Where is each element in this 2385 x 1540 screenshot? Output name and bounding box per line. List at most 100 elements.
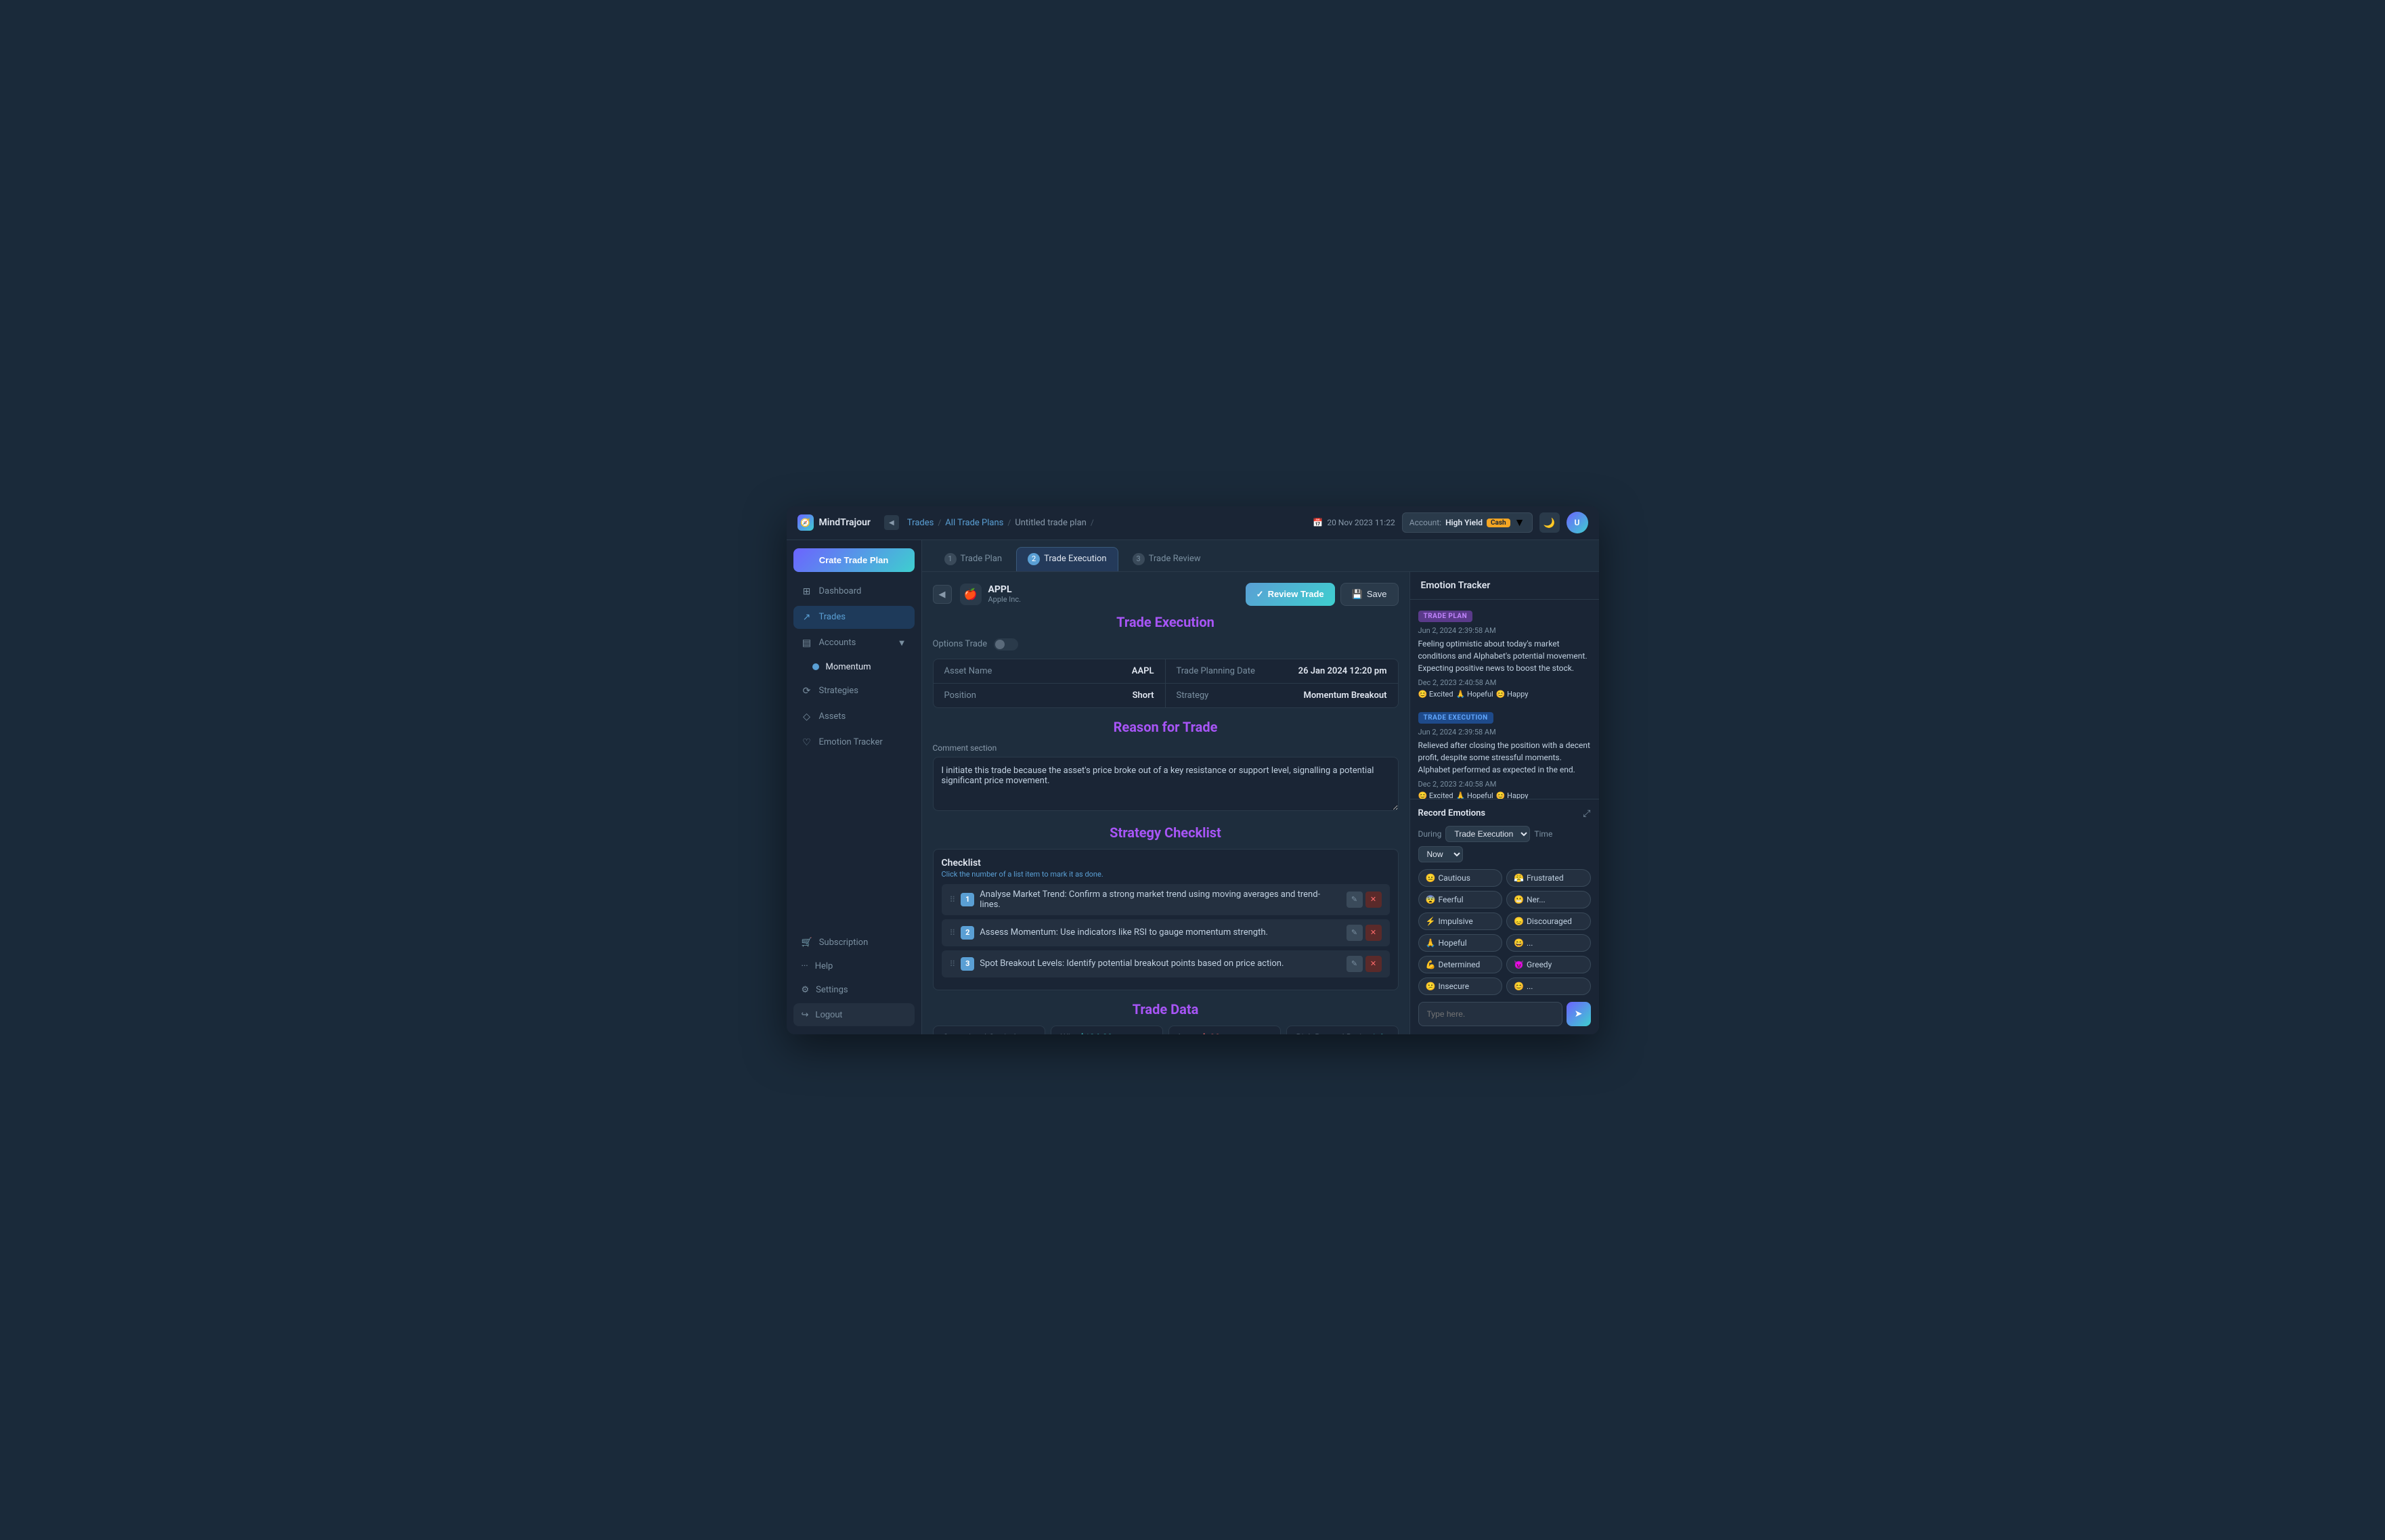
checklist-item-1: ⠿ 1 Analyse Market Trend: Confirm a stro… xyxy=(942,884,1390,915)
logout-button[interactable]: ↪ Logout xyxy=(793,1003,915,1026)
emotion-chip-fearful[interactable]: 😨 Feerful xyxy=(1418,891,1503,908)
send-emotion-button[interactable]: ➤ xyxy=(1567,1002,1591,1026)
trade-fields-table: Asset Name AAPL Trade Planning Date 26 J… xyxy=(933,659,1399,708)
hopeful-icon: 🙏 xyxy=(1426,938,1436,948)
options-trade-toggle[interactable] xyxy=(994,638,1018,651)
chevron-down-icon: ▼ xyxy=(898,638,906,648)
trade-data-grid-1: Committed Capital: $2854.66 Win: $134.09… xyxy=(933,1026,1399,1034)
back-button[interactable]: ◀ xyxy=(933,585,952,604)
emotion-text-input[interactable] xyxy=(1418,1002,1562,1026)
save-button[interactable]: 💾 Save xyxy=(1340,583,1399,606)
checklist-delete-btn-2[interactable]: ✕ xyxy=(1365,925,1382,941)
record-emotions-panel: Record Emotions ⤢ During Trade Execution… xyxy=(1410,799,1599,1034)
filter-select-time[interactable]: Now Later xyxy=(1418,846,1463,862)
sidebar-item-settings[interactable]: ⚙ Settings xyxy=(793,980,915,1000)
drag-handle-icon-2[interactable]: ⠿ xyxy=(950,928,956,938)
sidebar-item-dashboard[interactable]: ⊞ Dashboard xyxy=(793,580,915,603)
checklist-section-title: Strategy Checklist xyxy=(933,824,1399,841)
checklist-text-3: Spot Breakout Levels: Identify potential… xyxy=(980,959,1340,969)
emotion-tags-2: 😊 Excited 🙏 Hopeful 😊 Happy xyxy=(1418,791,1591,799)
logo-icon: 🧭 xyxy=(797,514,814,531)
review-trade-button[interactable]: ✓ Review Trade xyxy=(1246,583,1335,606)
emotion-chip-impulsive[interactable]: ⚡ Impulsive xyxy=(1418,912,1503,930)
settings-icon: ⚙ xyxy=(802,985,810,995)
trades-icon: ↗ xyxy=(802,612,812,623)
emotion-chip-insecure[interactable]: 😕 Insecure xyxy=(1418,977,1503,995)
nervous-icon: 😬 xyxy=(1514,895,1524,904)
logo-text: MindTrajour xyxy=(819,517,871,528)
comment-textarea[interactable]: I initiate this trade because the asset'… xyxy=(933,757,1399,811)
sidebar-item-accounts[interactable]: ▤ Accounts ▼ xyxy=(793,632,915,655)
checklist-edit-btn-3[interactable]: ✎ xyxy=(1347,956,1363,972)
checklist-delete-btn-1[interactable]: ✕ xyxy=(1365,892,1382,908)
logo-area: 🧭 MindTrajour xyxy=(797,514,871,531)
emotion-chip-greedy[interactable]: 😈 Greedy xyxy=(1506,956,1591,973)
committed-capital-card-1: Committed Capital: $2854.66 xyxy=(933,1026,1045,1034)
emotion-chip-last[interactable]: 😊 ... xyxy=(1506,977,1591,995)
tab-trade-review[interactable]: 3 Trade Review xyxy=(1121,547,1212,571)
save-icon: 💾 xyxy=(1352,589,1363,600)
drag-handle-icon[interactable]: ⠿ xyxy=(950,895,956,904)
apple-icon: 🍎 xyxy=(964,588,978,600)
subscription-icon: 🛒 xyxy=(802,938,812,948)
frustrated-icon: 😤 xyxy=(1514,873,1524,883)
theme-toggle-button[interactable]: 🌙 xyxy=(1539,512,1560,533)
position-cell: Position Short xyxy=(934,684,1166,707)
breadcrumb-all-plans[interactable]: All Trade Plans xyxy=(945,518,1003,528)
calendar-icon: 📅 xyxy=(1313,518,1323,527)
chevron-down-icon: ▼ xyxy=(1514,516,1525,529)
date-time: 📅 20 Nov 2023 11:22 xyxy=(1313,518,1395,527)
tab-num-3: 3 xyxy=(1133,553,1145,565)
expand-button[interactable]: ⤢ xyxy=(1583,808,1590,819)
sidebar-item-strategies[interactable]: ⟳ Strategies xyxy=(793,680,915,703)
checkmark-icon: ✓ xyxy=(1256,589,1264,600)
drag-handle-icon-3[interactable]: ⠿ xyxy=(950,959,956,969)
checklist-num-2[interactable]: 2 xyxy=(961,926,974,940)
assets-icon: ◇ xyxy=(802,711,812,722)
emotion-chip-frustrated[interactable]: 😤 Frustrated xyxy=(1506,869,1591,887)
help-icon: ··· xyxy=(802,961,808,971)
emotion-chip-discouraged[interactable]: 😞 Discouraged xyxy=(1506,912,1591,930)
checklist-edit-btn-1[interactable]: ✎ xyxy=(1347,892,1363,908)
emotion-chip-nervous[interactable]: 😬 Ner... xyxy=(1506,891,1591,908)
main-content: ◀ 🍎 APPL Apple Inc. ✓ xyxy=(922,572,1599,1034)
checklist-num-3[interactable]: 3 xyxy=(961,957,974,971)
create-trade-plan-button[interactable]: Crate Trade Plan xyxy=(793,548,915,572)
sidebar-item-subscription[interactable]: 🛒 Subscription xyxy=(793,932,915,953)
tab-num-2: 2 xyxy=(1028,553,1040,565)
sidebar-item-momentum[interactable]: Momentum xyxy=(793,657,915,677)
options-toggle-row: Options Trade xyxy=(933,638,1399,651)
emotion-chip-determined[interactable]: 💪 Determined xyxy=(1418,956,1503,973)
emotion-text-2: Relieved after closing the position with… xyxy=(1418,739,1591,776)
tab-trade-execution[interactable]: 2 Trade Execution xyxy=(1016,547,1118,571)
loss-card-1: Loss: $-30 xyxy=(1168,1026,1281,1034)
comment-label: Comment section xyxy=(933,743,1399,753)
checklist-num-1[interactable]: 1 xyxy=(961,893,974,906)
impulsive-icon: ⚡ xyxy=(1426,917,1436,926)
breadcrumb-current: Untitled trade plan xyxy=(1015,518,1087,528)
sidebar-item-emotion-tracker[interactable]: ♡ Emotion Tracker xyxy=(793,731,915,754)
sidebar-item-trades[interactable]: ↗ Trades xyxy=(793,606,915,629)
asset-name: Apple Inc. xyxy=(988,595,1022,604)
emotion-chip-extra[interactable]: 😄 ... xyxy=(1506,934,1591,952)
breadcrumb-trades[interactable]: Trades xyxy=(907,518,934,528)
sidebar-item-assets[interactable]: ◇ Assets xyxy=(793,705,915,728)
emotion-entry-2: TRADE EXECUTION Jun 2, 2024 2:39:58 AM R… xyxy=(1418,709,1591,799)
app-window: 🧭 MindTrajour ◀ Trades / All Trade Plans… xyxy=(787,506,1599,1034)
data-row-2: Position Short Strategy Momentum Breakou… xyxy=(934,684,1398,707)
emotion-chip-hopeful[interactable]: 🙏 Hopeful xyxy=(1418,934,1503,952)
emotion-chip-cautious[interactable]: 😐 Cautious xyxy=(1418,869,1503,887)
sidebar-item-help[interactable]: ··· Help xyxy=(793,956,915,977)
checklist-item-3: ⠿ 3 Spot Breakout Levels: Identify poten… xyxy=(942,950,1390,977)
checklist-item-2: ⠿ 2 Assess Momentum: Use indicators like… xyxy=(942,919,1390,946)
greedy-icon: 😈 xyxy=(1514,960,1524,969)
sidebar-collapse-button[interactable]: ◀ xyxy=(884,515,899,530)
record-title: Record Emotions xyxy=(1418,808,1486,818)
checklist-edit-btn-2[interactable]: ✎ xyxy=(1347,925,1363,941)
logout-icon: ↪ xyxy=(802,1009,809,1020)
tab-trade-plan[interactable]: 1 Trade Plan xyxy=(933,547,1014,571)
checklist-delete-btn-3[interactable]: ✕ xyxy=(1365,956,1382,972)
account-selector[interactable]: Account: High Yield Cash ▼ xyxy=(1402,512,1533,533)
fearful-icon: 😨 xyxy=(1426,895,1436,904)
filter-select-phase[interactable]: Trade Execution Trade Plan Trade Review xyxy=(1445,826,1530,842)
